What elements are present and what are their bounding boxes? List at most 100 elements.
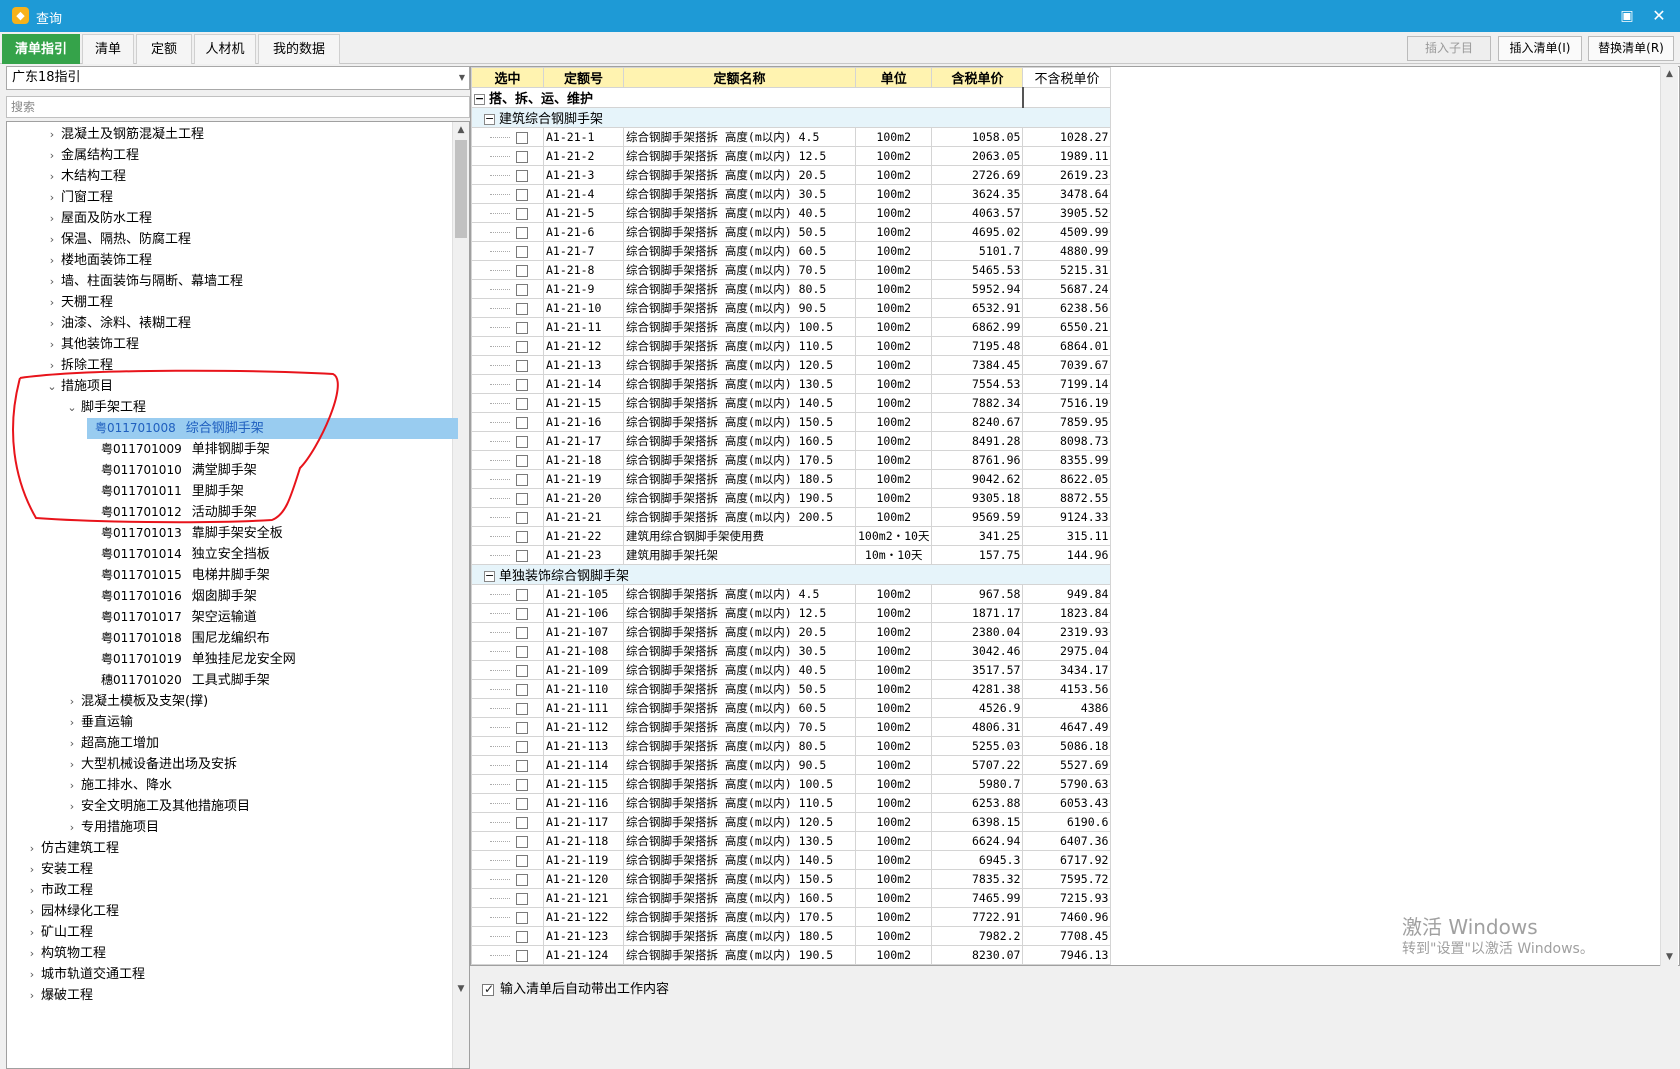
- table-row[interactable]: A1-21-114 综合钢脚手架搭拆 高度(m以内) 90.5 100m2 5707.…: [471, 755, 1112, 775]
- chevron-right-icon[interactable]: ›: [45, 250, 59, 271]
- row-checkbox[interactable]: [516, 492, 528, 505]
- table-row[interactable]: A1-21-113 综合钢脚手架搭拆 高度(m以内) 80.5 100m2 5255.…: [471, 736, 1112, 756]
- tab-list[interactable]: 清单: [82, 34, 134, 64]
- tree-node[interactable]: › 金属结构工程: [7, 145, 452, 166]
- row-checkbox[interactable]: [516, 473, 528, 486]
- select-cell[interactable]: [471, 545, 544, 565]
- tree-node[interactable]: ⌄ 脚手架工程: [7, 397, 452, 418]
- table-row[interactable]: A1-21-21 综合钢脚手架搭拆 高度(m以内) 200.5 100m2 9569.…: [471, 507, 1112, 527]
- select-cell[interactable]: [471, 222, 544, 242]
- row-checkbox[interactable]: [516, 245, 528, 258]
- row-checkbox[interactable]: [516, 150, 528, 163]
- chevron-down-icon[interactable]: ⌄: [65, 397, 79, 418]
- replace-list-button[interactable]: 替换清单(R): [1588, 36, 1674, 61]
- tree-node[interactable]: 粤011701016 烟囱脚手架: [7, 586, 454, 607]
- table-row[interactable]: A1-21-14 综合钢脚手架搭拆 高度(m以内) 130.5 100m2 7554.…: [471, 374, 1112, 394]
- row-checkbox[interactable]: [516, 169, 528, 182]
- row-checkbox[interactable]: [516, 340, 528, 353]
- tree-node[interactable]: › 安全文明施工及其他措施项目: [7, 796, 452, 817]
- row-checkbox[interactable]: [516, 797, 528, 810]
- row-checkbox[interactable]: [516, 454, 528, 467]
- select-cell[interactable]: [471, 736, 544, 756]
- tree-node[interactable]: › 门窗工程: [7, 187, 452, 208]
- auto-bring-option[interactable]: ✓ 输入清单后自动带出工作内容: [482, 978, 669, 997]
- select-cell[interactable]: [471, 374, 544, 394]
- chevron-right-icon[interactable]: ›: [45, 229, 59, 250]
- table-row[interactable]: A1-21-22 建筑用综合钢脚手架使用费 100m2・10天 341.25 315.1…: [471, 526, 1112, 546]
- select-cell[interactable]: [471, 507, 544, 527]
- tab-list-guide[interactable]: 清单指引: [2, 34, 80, 64]
- chevron-right-icon[interactable]: ›: [65, 712, 79, 733]
- table-row[interactable]: A1-21-9 综合钢脚手架搭拆 高度(m以内) 80.5 100m2 5952.94…: [471, 279, 1112, 299]
- select-cell[interactable]: [471, 412, 544, 432]
- group-row[interactable]: − 单独装饰综合钢脚手架: [471, 564, 1112, 585]
- scroll-down-icon[interactable]: ▼: [453, 981, 469, 998]
- chevron-right-icon[interactable]: ›: [45, 292, 59, 313]
- row-checkbox[interactable]: [516, 607, 528, 620]
- tree-node[interactable]: 粤011701008 综合钢脚手架: [87, 418, 458, 439]
- col-unit[interactable]: 单位: [854, 67, 933, 88]
- table-row[interactable]: A1-21-119 综合钢脚手架搭拆 高度(m以内) 140.5 100m2 6945…: [471, 850, 1112, 870]
- chevron-right-icon[interactable]: ›: [25, 838, 39, 859]
- grid-scrollbar[interactable]: ▲ ▼: [1660, 66, 1678, 966]
- row-checkbox[interactable]: [516, 207, 528, 220]
- table-row[interactable]: A1-21-2 综合钢脚手架搭拆 高度(m以内) 12.5 100m2 2063.05…: [471, 146, 1112, 166]
- row-checkbox[interactable]: [516, 911, 528, 924]
- row-checkbox[interactable]: [516, 359, 528, 372]
- select-cell[interactable]: [471, 184, 544, 204]
- tree-node[interactable]: › 保温、隔热、防腐工程: [7, 229, 452, 250]
- row-checkbox[interactable]: [516, 530, 528, 543]
- tree-node[interactable]: › 垂直运输: [7, 712, 452, 733]
- select-cell[interactable]: [471, 241, 544, 261]
- row-checkbox[interactable]: [516, 378, 528, 391]
- row-checkbox[interactable]: [516, 892, 528, 905]
- collapse-icon[interactable]: −: [474, 93, 485, 105]
- select-cell[interactable]: [471, 869, 544, 889]
- table-row[interactable]: A1-21-120 综合钢脚手架搭拆 高度(m以内) 150.5 100m2 7835…: [471, 869, 1112, 889]
- row-checkbox[interactable]: [516, 740, 528, 753]
- tree-node[interactable]: › 木结构工程: [7, 166, 452, 187]
- insert-child-button[interactable]: 插入子目: [1407, 36, 1491, 61]
- chevron-right-icon[interactable]: ›: [45, 166, 59, 187]
- table-row[interactable]: A1-21-3 综合钢脚手架搭拆 高度(m以内) 20.5 100m2 2726.69…: [471, 165, 1112, 185]
- row-checkbox[interactable]: [516, 302, 528, 315]
- row-checkbox[interactable]: [516, 626, 528, 639]
- select-cell[interactable]: [471, 317, 544, 337]
- chevron-right-icon[interactable]: ›: [45, 334, 59, 355]
- chevron-right-icon[interactable]: ›: [45, 124, 59, 145]
- row-checkbox[interactable]: [516, 778, 528, 791]
- tree-node[interactable]: › 专用措施项目: [7, 817, 452, 838]
- tree-node[interactable]: › 油漆、涂料、裱糊工程: [7, 313, 452, 334]
- table-row[interactable]: A1-21-13 综合钢脚手架搭拆 高度(m以内) 120.5 100m2 7384.…: [471, 355, 1112, 375]
- tree-node[interactable]: 粤011701012 活动脚手架: [7, 502, 454, 523]
- chevron-right-icon[interactable]: ›: [45, 271, 59, 292]
- tree-node[interactable]: 粤011701009 单排钢脚手架: [7, 439, 454, 460]
- tree-node[interactable]: › 市政工程: [7, 880, 452, 901]
- select-cell[interactable]: [471, 165, 544, 185]
- chevron-right-icon[interactable]: ›: [65, 733, 79, 754]
- table-row[interactable]: A1-21-122 综合钢脚手架搭拆 高度(m以内) 170.5 100m2 7722…: [471, 907, 1112, 927]
- table-row[interactable]: A1-21-108 综合钢脚手架搭拆 高度(m以内) 30.5 100m2 3042.…: [471, 641, 1112, 661]
- group-row[interactable]: − 建筑综合钢脚手架: [471, 107, 1112, 128]
- select-cell[interactable]: [471, 526, 544, 546]
- tree-node[interactable]: › 楼地面装饰工程: [7, 250, 452, 271]
- chevron-right-icon[interactable]: ›: [65, 754, 79, 775]
- table-row[interactable]: A1-21-5 综合钢脚手架搭拆 高度(m以内) 40.5 100m2 4063.57…: [471, 203, 1112, 223]
- table-row[interactable]: A1-21-118 综合钢脚手架搭拆 高度(m以内) 130.5 100m2 6624…: [471, 831, 1112, 851]
- tree-node[interactable]: › 仿古建筑工程: [7, 838, 452, 859]
- tree-node[interactable]: › 混凝土模板及支架(撑): [7, 691, 452, 712]
- select-cell[interactable]: [471, 945, 544, 965]
- chevron-right-icon[interactable]: ›: [45, 187, 59, 208]
- select-cell[interactable]: [471, 698, 544, 718]
- select-cell[interactable]: [471, 279, 544, 299]
- select-cell[interactable]: [471, 431, 544, 451]
- top-group-row[interactable]: − 搭、拆、运、维护: [471, 87, 1112, 108]
- tree-node[interactable]: 粤011701019 单独挂尼龙安全网: [7, 649, 454, 670]
- col-quota-name[interactable]: 定额名称: [623, 67, 856, 88]
- row-checkbox[interactable]: [516, 721, 528, 734]
- close-icon[interactable]: ✕: [1646, 5, 1672, 27]
- row-checkbox[interactable]: [516, 854, 528, 867]
- tree-node[interactable]: › 构筑物工程: [7, 943, 452, 964]
- row-checkbox[interactable]: [516, 283, 528, 296]
- chevron-down-icon[interactable]: ⌄: [45, 376, 59, 397]
